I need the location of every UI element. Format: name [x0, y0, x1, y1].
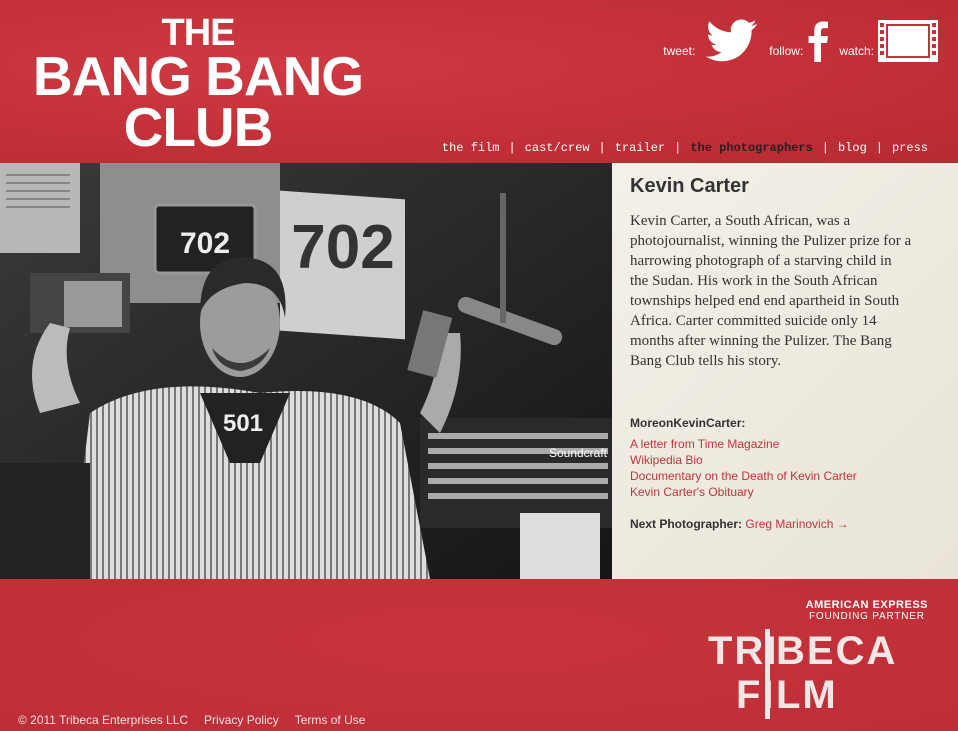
nav-separator: |	[508, 141, 516, 155]
footer-links: © 2011 Tribeca Enterprises LLC Privacy P…	[18, 713, 365, 727]
nav-the-photographers[interactable]: the photographers	[690, 141, 812, 155]
monitor-702-text: 702	[180, 227, 230, 260]
tweet-label: tweet:	[663, 44, 696, 58]
nav-separator: |	[598, 141, 606, 155]
console-label: Soundcraft	[549, 446, 608, 460]
film-strip-icon[interactable]	[878, 20, 938, 62]
photographer-bio: Kevin Carter, a South African, was a pho…	[630, 213, 912, 369]
tweet-link[interactable]: tweet:	[663, 18, 759, 62]
privacy-policy-link[interactable]: Privacy Policy	[204, 713, 279, 727]
main-nav: the film | cast/crew | trailer | the pho…	[442, 141, 928, 155]
nav-press[interactable]: press	[892, 141, 928, 155]
follow-link[interactable]: follow:	[769, 20, 829, 62]
site-header: THE BANG BANG CLUB tweet: follow: watch:	[0, 0, 958, 163]
next-photographer-label: Next Photographer:	[630, 517, 743, 531]
site-logo[interactable]: THE BANG BANG CLUB	[18, 14, 378, 158]
next-photographer-link[interactable]: Greg Marinovich →	[745, 517, 848, 531]
sponsor-line-2: FOUNDING PARTNER	[808, 611, 925, 622]
shirt-text: 501	[223, 410, 263, 437]
next-photographer: Next Photographer: Greg Marinovich →	[630, 517, 849, 531]
related-links: A letter from Time Magazine Wikipedia Bi…	[630, 436, 857, 500]
logo-line-3: CLUB	[123, 95, 274, 158]
terms-of-use-link[interactable]: Terms of Use	[295, 713, 366, 727]
link-wikipedia-bio[interactable]: Wikipedia Bio	[630, 452, 857, 468]
nav-separator: |	[875, 141, 883, 155]
watch-link[interactable]: watch:	[839, 20, 938, 62]
twitter-bird-icon[interactable]	[699, 18, 759, 62]
watch-label: watch:	[839, 44, 874, 58]
photographer-panel: Kevin Carter Kevin Carter, a South Afric…	[612, 163, 958, 579]
facebook-icon[interactable]	[807, 20, 829, 62]
more-heading: MoreonKevinCarter:	[630, 416, 746, 430]
link-documentary[interactable]: Documentary on the Death of Kevin Carter	[630, 468, 857, 484]
photo-illustration: 702 702 Soundcraft 501	[0, 163, 612, 579]
logo-fi: FI	[736, 673, 776, 717]
nav-blog[interactable]: blog	[838, 141, 867, 155]
nav-the-film[interactable]: the film	[442, 141, 500, 155]
nav-separator: |	[821, 141, 829, 155]
wall-sign-702-text: 702	[291, 213, 394, 282]
link-time-magazine-letter[interactable]: A letter from Time Magazine	[630, 436, 857, 452]
site-footer: AMERICAN EXPRESS FOUNDING PARTNER TRI BE…	[0, 579, 958, 731]
photographer-name: Kevin Carter	[630, 175, 749, 197]
copyright-text: © 2011 Tribeca Enterprises LLC	[18, 713, 189, 727]
tribeca-film-logo[interactable]: TRI BECA FI LM	[708, 627, 908, 719]
social-links: tweet: follow: watch:	[663, 18, 938, 62]
sponsor-block[interactable]: AMERICAN EXPRESS FOUNDING PARTNER	[806, 599, 928, 622]
nav-cast-crew[interactable]: cast/crew	[525, 141, 590, 155]
logo-beca: BECA	[776, 629, 898, 673]
sponsor-line-1: AMERICAN EXPRESS	[805, 599, 928, 611]
kevin-carter-photo: 702 702 Soundcraft 501	[0, 163, 612, 579]
nav-trailer[interactable]: trailer	[615, 141, 665, 155]
logo-lm: LM	[776, 673, 838, 717]
nav-separator: |	[674, 141, 682, 155]
link-obituary[interactable]: Kevin Carter's Obituary	[630, 484, 857, 500]
logo-line-2: BANG BANG	[32, 44, 364, 107]
follow-label: follow:	[769, 44, 804, 58]
